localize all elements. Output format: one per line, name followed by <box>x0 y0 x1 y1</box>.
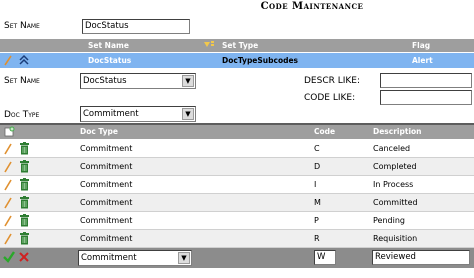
edit-row: Commitment ▼ W Reviewed <box>0 248 474 268</box>
descr-like-input[interactable] <box>380 73 472 88</box>
filter-panel: Set Name DocStatus ▼ DESCR LIKE: CODE LI… <box>0 70 474 122</box>
cell-code: I <box>314 180 317 189</box>
edit-code-input[interactable]: W <box>314 250 336 265</box>
table-row[interactable]: Commitment D Completed <box>0 158 474 176</box>
cell-doc-type: Commitment <box>80 162 133 171</box>
chevron-down-icon[interactable]: ▼ <box>178 252 190 264</box>
table-row[interactable]: Commitment P Pending <box>0 212 474 230</box>
cell-description: Committed <box>373 198 418 207</box>
col-header-set-name[interactable]: Set Name <box>88 41 129 50</box>
set-name-input[interactable]: DocStatus <box>82 19 190 34</box>
cell-code: R <box>314 234 320 243</box>
trash-icon[interactable] <box>19 196 30 211</box>
col-header-flag[interactable]: Flag <box>412 41 430 50</box>
trash-icon[interactable] <box>19 142 30 157</box>
cell-description: Pending <box>373 216 405 225</box>
cell-code: D <box>314 162 321 171</box>
set-grid-header: Set Name Set Type Flag <box>0 39 474 52</box>
page-title: Code Maintenance <box>260 1 364 12</box>
set-name-row: Set Name DocStatus <box>0 18 474 36</box>
set-name-select[interactable]: DocStatus ▼ <box>80 73 196 89</box>
set-grid-selected-row[interactable]: DocStatus DocTypeSubcodes Alert <box>0 53 474 68</box>
selected-set-name: DocStatus <box>88 56 132 65</box>
pencil-icon[interactable] <box>4 233 12 247</box>
doc-type-label: Doc Type <box>4 110 40 120</box>
checkmark-icon[interactable] <box>2 250 16 266</box>
selected-set-type: DocTypeSubcodes <box>222 56 299 65</box>
trash-icon[interactable] <box>19 160 30 175</box>
cell-doc-type: Commitment <box>80 234 133 243</box>
set-name-label: Set Name <box>4 21 40 31</box>
col-header-doc-type[interactable]: Doc Type <box>80 127 118 136</box>
cell-code: C <box>314 144 320 153</box>
table-row[interactable]: Commitment C Canceled <box>0 140 474 158</box>
pencil-icon[interactable] <box>4 179 12 193</box>
table-row[interactable]: Commitment R Requisition <box>0 230 474 248</box>
cell-doc-type: Commitment <box>80 198 133 207</box>
table-row[interactable]: Commitment I In Process <box>0 176 474 194</box>
col-header-code[interactable]: Code <box>314 127 335 136</box>
selected-flag: Alert <box>412 56 433 65</box>
descr-like-label: DESCR LIKE: <box>304 76 361 86</box>
sort-icon[interactable] <box>203 40 215 52</box>
pencil-icon[interactable] <box>4 215 12 229</box>
cell-code: P <box>314 216 319 225</box>
cell-doc-type: Commitment <box>80 180 133 189</box>
cell-description: In Process <box>373 180 414 189</box>
trash-icon[interactable] <box>19 178 30 193</box>
add-icon[interactable] <box>4 126 15 139</box>
cell-doc-type: Commitment <box>80 216 133 225</box>
code-like-input[interactable] <box>380 90 472 105</box>
doc-type-select-value: Commitment <box>83 109 139 119</box>
col-header-set-type[interactable]: Set Type <box>222 41 258 50</box>
trash-icon[interactable] <box>19 214 30 229</box>
edit-description-input[interactable]: Reviewed <box>372 250 470 265</box>
table-row[interactable]: Commitment M Committed <box>0 194 474 212</box>
edit-doc-type-select[interactable]: Commitment ▼ <box>78 250 192 266</box>
pencil-icon[interactable] <box>4 143 12 157</box>
chevron-down-icon[interactable]: ▼ <box>182 75 194 87</box>
trash-icon[interactable] <box>19 232 30 247</box>
cell-doc-type: Commitment <box>80 144 133 153</box>
edit-doc-type-value: Commitment <box>81 253 137 263</box>
cell-code: M <box>314 198 321 207</box>
doc-type-select[interactable]: Commitment ▼ <box>80 106 196 122</box>
chevron-down-icon[interactable]: ▼ <box>182 108 194 120</box>
pencil-icon[interactable] <box>4 197 12 211</box>
set-name-select-value: DocStatus <box>83 76 127 86</box>
x-icon[interactable] <box>18 251 30 265</box>
code-like-label: CODE LIKE: <box>304 93 356 103</box>
col-header-description[interactable]: Description <box>373 127 422 136</box>
double-chevron-up-icon[interactable] <box>18 54 30 68</box>
cell-description: Requisition <box>373 234 418 243</box>
code-grid-header: Doc Type Code Description <box>0 125 474 139</box>
cell-description: Completed <box>373 162 417 171</box>
cell-description: Canceled <box>373 144 411 153</box>
pencil-icon[interactable] <box>4 55 12 68</box>
filter-set-name-label: Set Name <box>4 76 40 86</box>
pencil-icon[interactable] <box>4 161 12 175</box>
